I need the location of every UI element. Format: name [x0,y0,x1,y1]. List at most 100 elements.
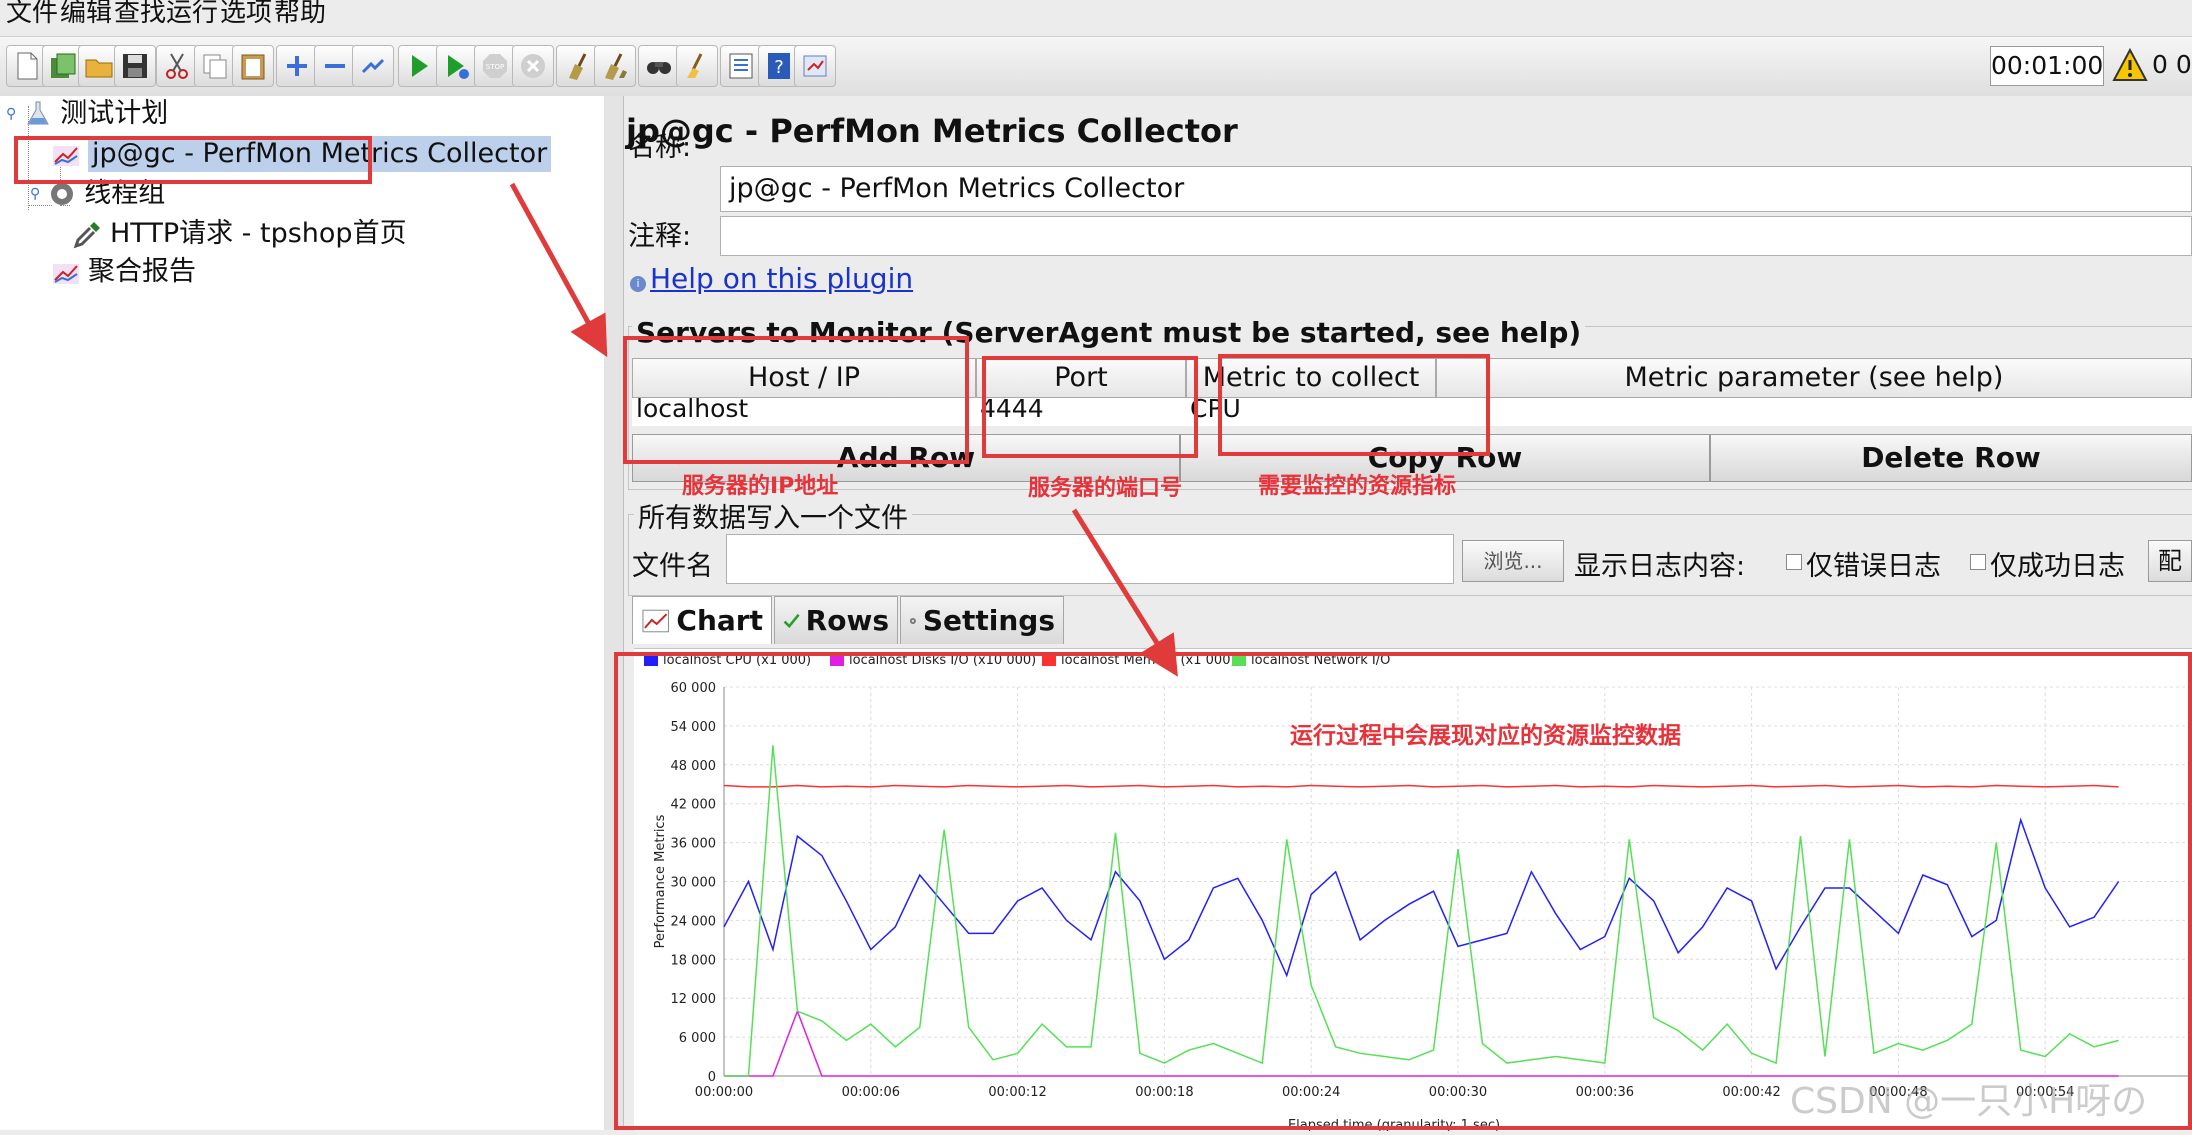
annotation-metric: 需要监控的资源指标 [1258,474,1457,499]
warning-icon[interactable] [2112,48,2148,82]
remote-icon [803,55,827,77]
expand-icon [287,56,307,76]
paste-icon [241,54,265,80]
annotation-box-tree [14,136,372,184]
page-title: jp@gc - PerfMon Metrics Collector [626,112,1238,150]
start-no-pause-icon [448,55,469,79]
collapse-icon [325,64,345,68]
checkmark-icon [783,613,800,628]
templates-icon [51,53,76,78]
menu-search[interactable]: 查找 [114,0,166,30]
errors-only-label: 仅错误日志 [1806,551,1941,582]
csdn-watermark: CSDN @一只小H呀の [1790,1081,2148,1122]
menu-help[interactable]: 帮助 [274,0,326,30]
tree-node-http-request[interactable]: HTTP请求 - tpshop首页 [72,216,407,252]
shutdown-button[interactable] [512,45,554,87]
save-icon [123,54,147,78]
tree-label-http-request: HTTP请求 - tpshop首页 [110,218,407,249]
open-icon [85,59,113,78]
clear-icon [569,53,587,80]
success-only-checkbox[interactable] [1970,554,1986,570]
stop-button[interactable]: STOP [474,45,516,87]
reset-search-button[interactable] [676,45,718,87]
tree-label-aggregate-report: 聚合报告 [88,256,196,287]
search-icon [647,62,671,74]
gear-icon [909,617,916,624]
success-only-label: 仅成功日志 [1990,551,2125,582]
clear-button[interactable] [556,45,598,87]
annotation-chart: 运行过程中会展现对应的资源监控数据 [1290,723,1681,749]
tree-node-aggregate-report[interactable]: 聚合报告 [50,254,196,290]
annotation-ip: 服务器的IP地址 [682,474,839,499]
annotation-box-metric [1218,354,1490,456]
info-icon: i [630,276,646,292]
name-label: 名称: [628,126,691,170]
pipette-icon [73,222,100,249]
name-input[interactable]: jp@gc - PerfMon Metrics Collector [720,166,2192,212]
menu-run[interactable]: 运行 [166,0,218,30]
start-icon [412,55,428,77]
name-label-text: 名称: [628,132,692,163]
stop-icon: STOP [483,54,507,78]
test-plan-icon [27,101,50,125]
elapsed-timer: 00:01:00 [1990,46,2104,86]
tab-rows[interactable]: Rows [774,596,898,644]
reset-search-icon [687,53,703,78]
cut-button[interactable] [156,45,198,87]
search-button[interactable] [638,45,680,87]
tree-node-test-plan[interactable]: ⚲ 测试计划 [6,96,168,132]
test-plan-tree: ⚲ 测试计划 jp@gc - PerfMon Metrics Collector… [0,96,605,1130]
delete-row-button[interactable]: Delete Row [1710,434,2192,482]
comment-label: 注释: [628,221,692,252]
column-metric-parameter[interactable]: Metric parameter (see help) [1436,358,2192,398]
toggle-button[interactable] [352,45,394,87]
tab-chart[interactable]: Chart [632,596,772,644]
copy-button[interactable] [194,45,236,87]
browse-button[interactable]: 浏览... [1462,540,1564,582]
annotation-port: 服务器的端口号 [1028,476,1183,501]
svg-text:STOP: STOP [486,63,504,71]
tab-settings-label: Settings [922,604,1055,637]
file-section-title: 所有数据写入一个文件 [634,496,912,535]
new-icon [17,52,38,80]
errors-only-checkbox[interactable] [1786,554,1802,570]
tree-label-test-plan: 测试计划 [60,98,169,129]
help-icon: ? [768,53,790,79]
clear-all-button[interactable] [594,45,636,87]
comment-input[interactable] [720,216,2192,256]
collapse-button[interactable] [314,45,356,87]
tab-chart-label: Chart [676,604,763,637]
menu-bar: 文件 编辑 查找 运行 选项 帮助 [0,0,2192,34]
warning-count: 0 0 [2152,50,2192,79]
tab-settings[interactable]: Settings [900,596,1064,644]
chart-icon [642,609,669,632]
svg-text:?: ? [774,57,784,78]
copy-icon [203,54,227,79]
log-display-label: 显示日志内容: [1574,551,1746,582]
menu-file[interactable]: 文件 [6,0,58,30]
filename-input[interactable] [726,534,1454,584]
shutdown-icon [521,54,545,78]
start-no-pause-button[interactable] [436,45,478,87]
report-graph-icon [53,264,79,284]
cell-metric-parameter[interactable] [1436,398,2192,426]
start-button[interactable] [398,45,440,87]
save-button[interactable] [114,45,156,87]
menu-options[interactable]: 选项 [220,0,272,30]
toolbar: STOP ? [0,36,2192,98]
tab-rows-label: Rows [805,604,889,637]
filename-label: 文件名 [632,551,713,582]
function-helper-button[interactable] [720,45,762,87]
cut-icon [166,53,188,79]
annotation-box-host [623,336,969,464]
menu-edit[interactable]: 编辑 [60,0,112,30]
expand-handle-icon[interactable]: ⚲ [6,96,16,132]
expand-button[interactable] [276,45,318,87]
paste-button[interactable] [232,45,274,87]
function-helper-icon [729,53,753,79]
toggle-icon [361,58,385,74]
help-link[interactable]: Help on this plugin [650,262,913,295]
annotation-box-port [982,356,1198,458]
remote-button[interactable] [794,45,836,87]
configure-button[interactable]: 配 [2148,540,2192,582]
